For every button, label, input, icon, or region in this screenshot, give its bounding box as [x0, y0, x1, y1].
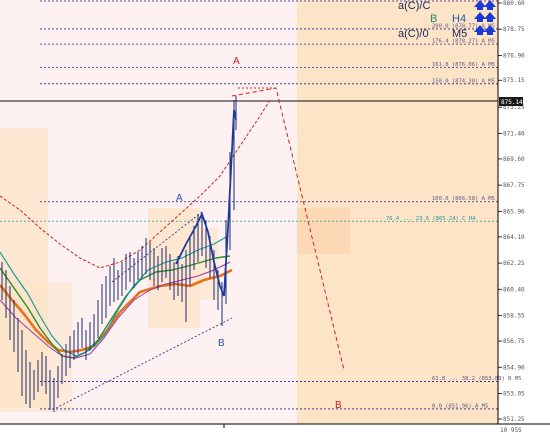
- y-tick-label: 876.90: [503, 52, 525, 59]
- header-line3: a(C)/0: [398, 28, 429, 40]
- fib-level-label: 76.4 ... 23.6 (865.24) C H4: [386, 216, 476, 222]
- current-price-label: 875.14: [501, 99, 523, 106]
- y-tick-label: 854.90: [503, 364, 525, 371]
- wave-label-a-red: A: [233, 56, 240, 67]
- x-axis: 10 955: [0, 423, 550, 434]
- y-tick-label: 878.75: [503, 26, 525, 33]
- zone-right-inner: [297, 208, 350, 254]
- y-tick-label: 856.75: [503, 338, 525, 345]
- y-tick-label: 871.40: [503, 130, 525, 137]
- price-chart: 250.0 (880.74) A M5200.0 (878.77) A M517…: [0, 0, 550, 434]
- fib-level-label: 100.0 (866.58) A M5: [432, 196, 495, 202]
- y-tick-label: 865.90: [503, 208, 525, 215]
- y-tick-label: 862.25: [503, 260, 525, 267]
- wave-label-b-red: B: [335, 400, 342, 411]
- x-axis-label: 10 955: [500, 427, 522, 434]
- y-tick-label: 853.05: [503, 390, 525, 397]
- header-b: B: [430, 13, 437, 25]
- header-h4: H4: [452, 13, 466, 25]
- fib-level-label: 0.0 (851.96) A M5: [432, 403, 488, 409]
- y-tick-label: 851.25: [503, 416, 525, 423]
- y-tick-label: 864.10: [503, 234, 525, 241]
- header-m5: M5: [452, 28, 467, 40]
- wave-label-b-blue: B: [218, 338, 225, 349]
- header-line1: a(C)/C: [398, 0, 430, 12]
- fib-level-label: 61.8 ... 38.2 (853.89) B M5: [432, 376, 521, 382]
- y-tick-label: 858.55: [503, 313, 525, 320]
- y-axis-ticks: 880.60878.75876.90875.15873.25871.40869.…: [498, 0, 525, 423]
- y-tick-label: 869.60: [503, 156, 525, 163]
- fib-level-label: 250.0 (880.74) A M5: [432, 0, 495, 2]
- y-tick-label: 867.75: [503, 182, 525, 189]
- y-tick-label: 875.15: [503, 77, 525, 84]
- y-tick-label: 860.40: [503, 286, 525, 293]
- fib-level-label: 150.0 (874.30) A M5: [432, 78, 495, 84]
- wave-label-a-blue: A: [176, 193, 183, 204]
- y-axis: 880.60878.75876.90875.15873.25871.40869.…: [497, 0, 525, 424]
- y-tick-label: 880.60: [503, 0, 525, 7]
- fib-level-label: 161.8 (876.06) A M5: [432, 62, 495, 68]
